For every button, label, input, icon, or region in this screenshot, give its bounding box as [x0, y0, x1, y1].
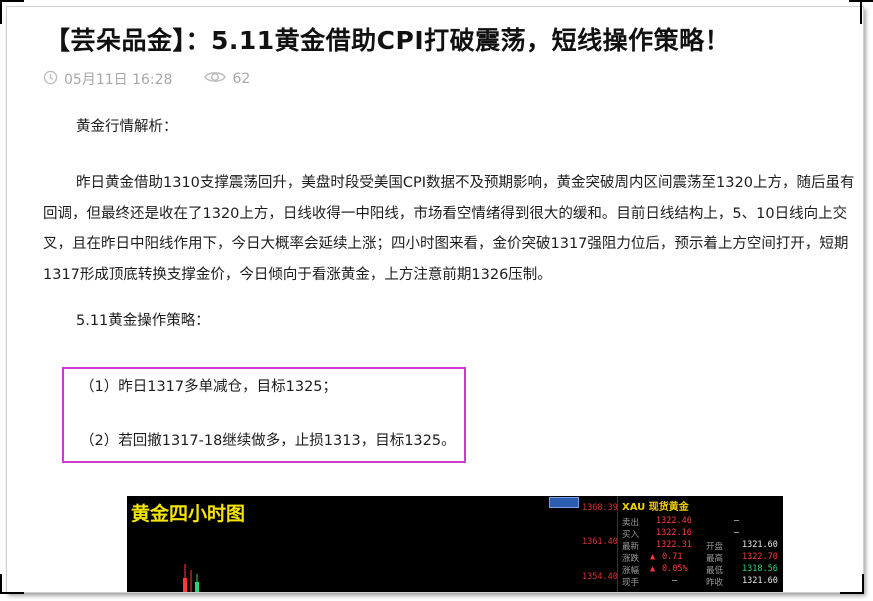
article-meta: 05月11日 16:28 62: [43, 69, 250, 89]
price-level-1: 1368.39: [582, 503, 618, 513]
quote-row-buy: 买入 1322.16 –: [622, 528, 740, 540]
frame-corner-bl-h: [0, 592, 24, 594]
quote-row-change-pct: 涨幅 ▲ 0.05% 最低 1318.56: [622, 564, 778, 576]
quote-row-sell: 卖出 1322.46 –: [622, 516, 740, 528]
price-level-2: 1361.40: [582, 537, 618, 547]
quote-row-change: 涨跌 ▲ 0.71 最高 1322.70: [622, 552, 778, 564]
chart-toolbar-icon: [549, 497, 579, 508]
candlestick-marks: [183, 564, 199, 592]
quote-panel-header: XAU 现货黄金: [622, 502, 689, 513]
strategy-item-1: （1）昨日1317多单减仓，目标1325；: [80, 379, 338, 395]
publish-date: 05月11日 16:28: [64, 72, 173, 88]
section-heading-strategy: 5.11黄金操作策略：: [76, 313, 210, 329]
clock-icon: [43, 70, 58, 89]
article-title: 【芸朵品金】：5.11黄金借助CPI打破震荡，短线操作策略！: [45, 26, 731, 55]
quote-panel: XAU 现货黄金 卖出 1322.46 – 买入 1322.16 – 最新 13…: [617, 496, 783, 592]
quote-row-volume: 现手 – 昨收 1321.60: [622, 576, 778, 588]
frame-corner-tl-h: [0, 0, 24, 2]
view-count-value: 62: [232, 71, 251, 87]
up-arrow-icon: ▲: [650, 552, 656, 562]
frame-corner-bl-v: [0, 574, 2, 594]
strategy-item-2: （2）若回撤1317-18继续做多，止损1313，目标1325。: [80, 433, 456, 449]
eye-icon: [204, 70, 227, 88]
chart-title: 黄金四小时图: [131, 503, 246, 525]
quote-row-last: 最新 1322.31 开盘 1321.60: [622, 540, 778, 552]
frame-corner-br-h: [840, 592, 864, 594]
view-count: 62: [204, 70, 250, 88]
article-frame: 【芸朵品金】：5.11黄金借助CPI打破震荡，短线操作策略！ 05月11日 16…: [6, 6, 864, 593]
frame-corner-br-v: [862, 574, 864, 594]
analysis-paragraph: 昨日黄金借助1310支撑震荡回升，美盘时段受美国CPI数据不及预期影响，黄金突破…: [43, 175, 855, 283]
price-level-3: 1354.40: [582, 572, 618, 582]
up-arrow-icon: ▲: [650, 564, 656, 574]
frame-corner-tl-v: [0, 0, 2, 24]
section-heading-analysis: 黄金行情解析：: [76, 119, 178, 135]
strategy-highlight-box: （1）昨日1317多单减仓，目标1325； （2）若回撤1317-18继续做多，…: [62, 367, 466, 463]
frame-corner-tr-v: [860, 0, 862, 24]
gold-chart-image: 黄金四小时图 1368.39 1361.40 1354.40 XAU 现货黄金 …: [127, 496, 783, 592]
